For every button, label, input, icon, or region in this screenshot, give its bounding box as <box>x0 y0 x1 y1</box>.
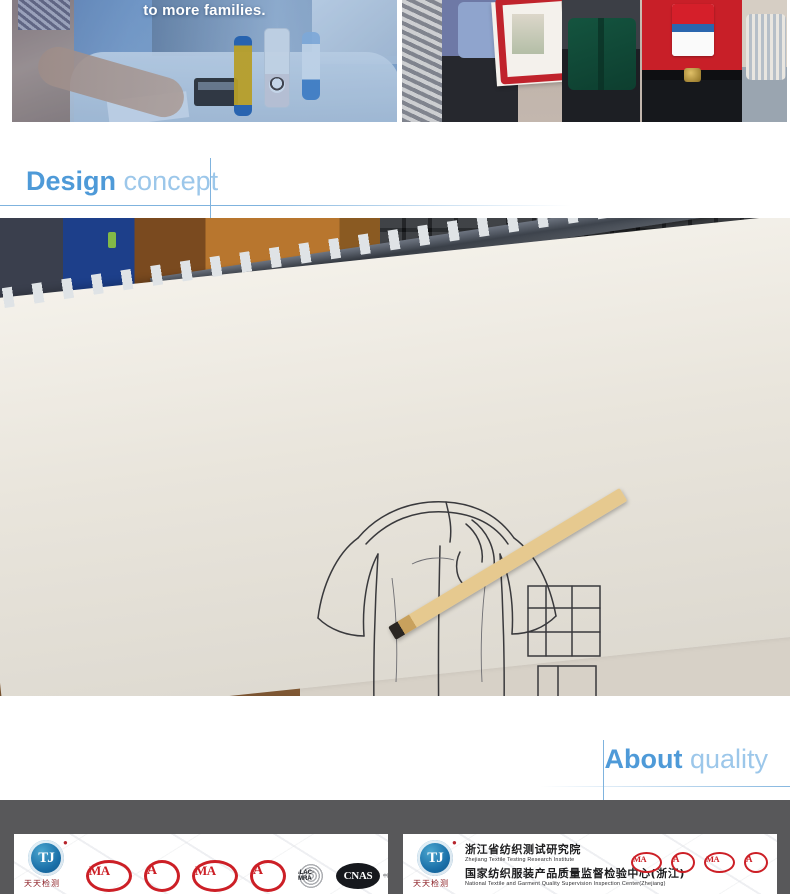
cnas-mark-icon: CNAS 中国合格评定国家认可委员会 <box>336 863 388 889</box>
ma-mark-oval: MA <box>86 860 132 892</box>
ilac-mra-label: ILAC-MRA <box>298 863 324 889</box>
certificate-right-brand-cn: 天天检测 <box>413 879 449 888</box>
certificate-right: ● 天天检测 浙江省纺织测试研究院 Zhejiang Textile Testi… <box>403 834 777 894</box>
certificate-left: ● 天天检测 MA 检验检测机构资质认定 A 中国计量认证 MA 检验检测机构资… <box>14 834 388 894</box>
ma-mark-icon: MA 检验检测机构资质认定 <box>86 860 132 892</box>
green-knit-cardigan <box>568 18 636 90</box>
tiantian-testing-logo-icon-right <box>417 840 453 876</box>
ma-mark-2-oval: MA <box>192 860 238 892</box>
certificate-strip: ● 天天检测 MA 检验检测机构资质认定 A 中国计量认证 MA 检验检测机构资… <box>0 800 790 894</box>
section-header-about-quality: About quality <box>0 728 790 802</box>
ma-mark-2-icon-right: MA <box>704 852 735 873</box>
cal-mark-2-icon: A 中国合格评定 <box>250 860 286 892</box>
belt-buckle <box>684 68 701 82</box>
photo-left-caption: to more families. <box>143 2 266 19</box>
garment-rack <box>402 0 442 122</box>
about-quality-title-strong: About <box>604 744 683 774</box>
backdrop-green-accent <box>108 232 116 248</box>
photo-tradeshow-garments <box>402 0 787 122</box>
design-concept-title-strong: Design <box>26 166 117 196</box>
org-en-line-2: National Textile and Garment Quality Sup… <box>465 881 666 887</box>
design-header-rule-vertical <box>210 158 211 220</box>
about-header-rule-fade <box>540 786 790 787</box>
certificate-right-mark-row: MA A MA A ILAC-MRA CNAS 中国合格评定国家认可委员会 <box>631 852 777 873</box>
striped-baby-romper <box>746 14 786 80</box>
cal-mark-2-icon-right: A <box>744 852 768 873</box>
registered-mark-icon-right: ● <box>452 838 457 847</box>
ma-mark-2-icon: MA 检验检测机构资质认定 <box>192 860 238 892</box>
cal-mark-icon: A 中国计量认证 <box>144 860 180 892</box>
about-quality-title-light: quality <box>689 744 768 774</box>
ilac-mra-mark-icon: ILAC-MRA <box>298 863 324 889</box>
product-detail-page: to more families. Design concept About q… <box>0 0 790 894</box>
ma-mark-icon-right: MA <box>631 852 662 873</box>
cal-mark-icon-right: A <box>671 852 695 873</box>
top-photo-row: to more families. <box>0 0 790 122</box>
photo-customers-meeting: to more families. <box>12 0 397 122</box>
design-header-rule-left <box>0 205 280 206</box>
cnas-mark-oval: CNAS <box>336 863 380 889</box>
tiantian-testing-logo-icon <box>28 840 64 876</box>
cal-mark-circle-right: A <box>671 852 695 873</box>
cal-mark-2-circle: A <box>250 860 286 892</box>
design-sketch-photo: Our design principle is as much as possi… <box>0 218 790 696</box>
design-concept-title: Design concept <box>26 168 218 195</box>
registered-mark-icon: ● <box>63 838 68 847</box>
ma-mark-oval-right: MA <box>631 852 662 873</box>
exhibitor-badge <box>672 4 714 56</box>
design-concept-title-light: concept <box>123 166 219 196</box>
about-header-rule-vertical <box>603 740 604 802</box>
about-quality-title: About quality <box>604 746 768 773</box>
cal-mark-circle: A <box>144 860 180 892</box>
ma-mark-2-oval-right: MA <box>704 852 735 873</box>
design-header-rule-fade <box>280 205 790 206</box>
certificate-left-mark-row: MA 检验检测机构资质认定 A 中国计量认证 MA 检验检测机构资质认定 A 中… <box>86 860 388 892</box>
certificate-left-brand-cn: 天天检测 <box>24 879 60 888</box>
cnas-mark-sub: 中国合格评定国家认可委员会 <box>383 872 388 878</box>
cal-mark-2-circle-right: A <box>744 852 768 873</box>
